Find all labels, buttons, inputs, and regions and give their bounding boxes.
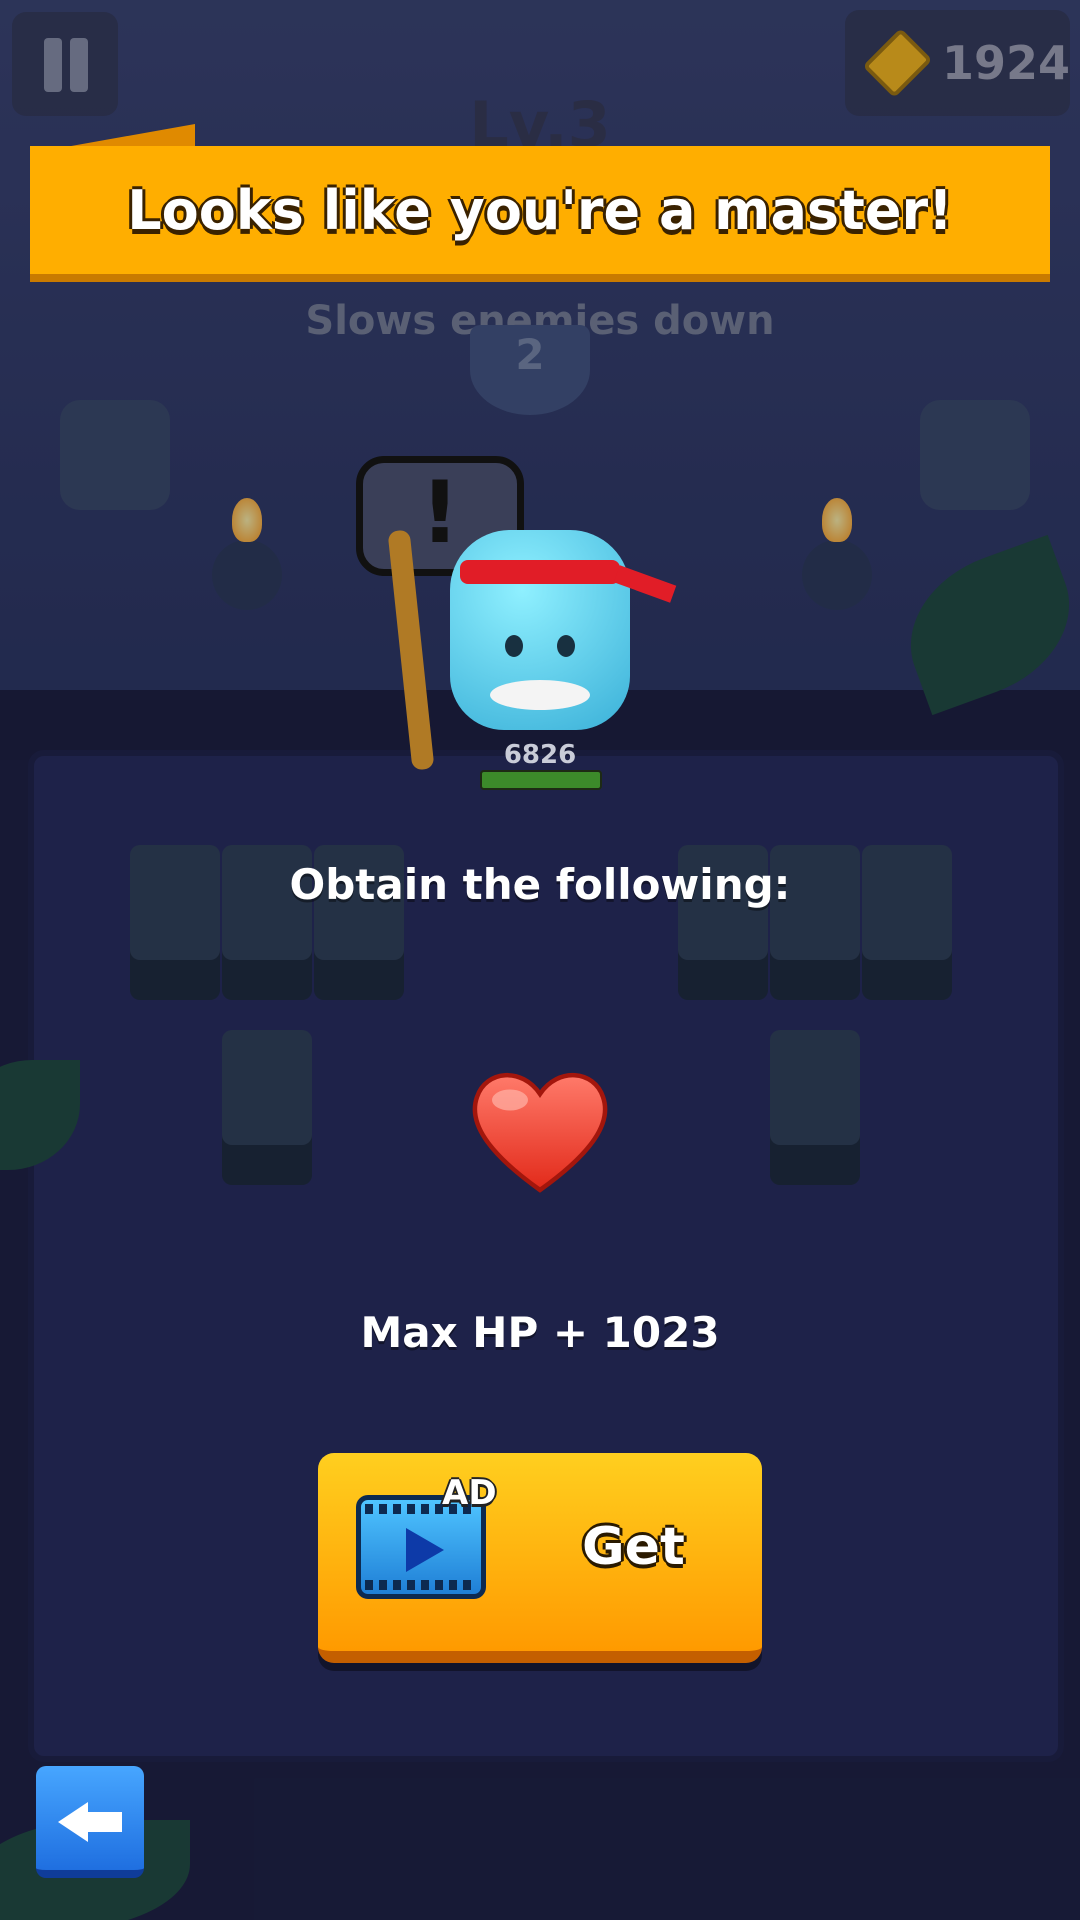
master-banner: Looks like you're a master!	[30, 146, 1050, 282]
eye	[557, 635, 575, 657]
pause-icon-bar	[70, 38, 88, 92]
character-hp-bar	[480, 770, 602, 790]
get-button-label: Get	[582, 1517, 685, 1577]
film-strip	[365, 1580, 477, 1590]
mustache	[490, 680, 590, 710]
banner-text: Looks like you're a master!	[127, 178, 953, 242]
currency-value: 1924	[941, 36, 1070, 90]
pause-icon	[44, 38, 62, 92]
eye	[505, 635, 523, 657]
skill-badge: 2	[470, 325, 590, 415]
headband	[460, 560, 620, 584]
back-arrow-icon	[58, 1802, 88, 1842]
obtain-heading: Obtain the following:	[289, 860, 791, 909]
reward-description: Max HP + 1023	[360, 1308, 720, 1357]
banner-fold	[60, 124, 195, 148]
heart-icon	[472, 1073, 608, 1193]
back-arrow-shaft	[86, 1812, 122, 1832]
boss-character	[450, 530, 677, 730]
back-button[interactable]	[36, 1766, 144, 1878]
get-reward-button[interactable]: AD Get	[318, 1453, 762, 1663]
play-icon	[406, 1528, 444, 1572]
ad-badge: AD	[442, 1473, 497, 1513]
character-hp-value: 6826	[503, 740, 577, 770]
